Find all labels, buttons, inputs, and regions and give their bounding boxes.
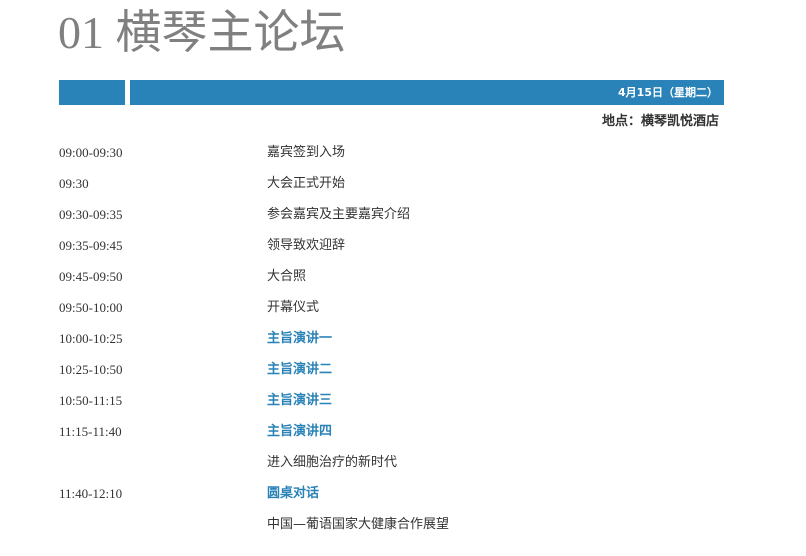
schedule-time: 10:25-10:50 [59, 362, 123, 377]
schedule-item-keynote[interactable]: 主旨演讲四 [267, 420, 332, 444]
schedule-row: 10:00-10:25 主旨演讲一 [59, 327, 724, 358]
schedule-row: 09:35-09:45 领导致欢迎辞 [59, 234, 724, 265]
date-bar-left-block [59, 80, 125, 105]
schedule-time: 11:15-11:40 [59, 424, 122, 439]
schedule-item: 进入细胞治疗的新时代 [267, 455, 398, 470]
page-title: 01 横琴主论坛 [58, 7, 346, 58]
schedule-row: 09:00-09:30 嘉宾签到入场 [59, 141, 724, 172]
schedule-row: 进入细胞治疗的新时代 [59, 451, 724, 482]
schedule-row: 09:30 大会正式开始 [59, 172, 724, 203]
schedule-time: 09:30 [59, 176, 89, 191]
schedule-row: 09:50-10:00 开幕仪式 [59, 296, 724, 327]
schedule-row: 09:45-09:50 大合照 [59, 265, 724, 296]
schedule-item: 开幕仪式 [267, 300, 320, 315]
date-bar-right-block: 4月15日（星期二） [130, 80, 724, 105]
schedule-row: 10:50-11:15 主旨演讲三 [59, 389, 724, 420]
schedule-item-keynote[interactable]: 主旨演讲三 [267, 389, 332, 413]
schedule-time: 09:00-09:30 [59, 145, 123, 160]
schedule-item-keynote[interactable]: 主旨演讲一 [267, 327, 332, 351]
schedule-time: 09:35-09:45 [59, 238, 123, 253]
date-label: 4月15日（星期二） [618, 86, 718, 99]
schedule-time: 09:50-10:00 [59, 300, 123, 315]
schedule-time: 11:40-12:10 [59, 486, 123, 501]
schedule-item: 参会嘉宾及主要嘉宾介绍 [267, 207, 411, 222]
schedule-row: 09:30-09:35 参会嘉宾及主要嘉宾介绍 [59, 203, 724, 234]
schedule-row: 10:25-10:50 主旨演讲二 [59, 358, 724, 389]
schedule-item: 嘉宾签到入场 [267, 145, 346, 160]
schedule-item: 大合照 [267, 269, 307, 284]
venue-label: 地点：横琴凯悦酒店 [601, 114, 719, 129]
schedule-item-roundtable[interactable]: 圆桌对话 [267, 482, 319, 506]
date-bar: 4月15日（星期二） [59, 80, 724, 105]
schedule-item: 中国—葡语国家大健康合作展望 [267, 517, 450, 532]
schedule-row: 中国—葡语国家大健康合作展望 [59, 513, 724, 544]
schedule-time: 09:45-09:50 [59, 269, 123, 284]
schedule-item: 大会正式开始 [267, 176, 346, 191]
schedule-list: 09:00-09:30 嘉宾签到入场 09:30 大会正式开始 09:30-09… [59, 141, 724, 544]
schedule-item: 领导致欢迎辞 [267, 238, 346, 253]
schedule-row: 11:15-11:40 主旨演讲四 [59, 420, 724, 451]
schedule-time: 09:30-09:35 [59, 207, 123, 222]
schedule-item-keynote[interactable]: 主旨演讲二 [267, 358, 332, 382]
schedule-row: 11:40-12:10 圆桌对话 [59, 482, 724, 513]
schedule-time: 10:00-10:25 [59, 331, 123, 346]
schedule-time: 10:50-11:15 [59, 393, 123, 408]
